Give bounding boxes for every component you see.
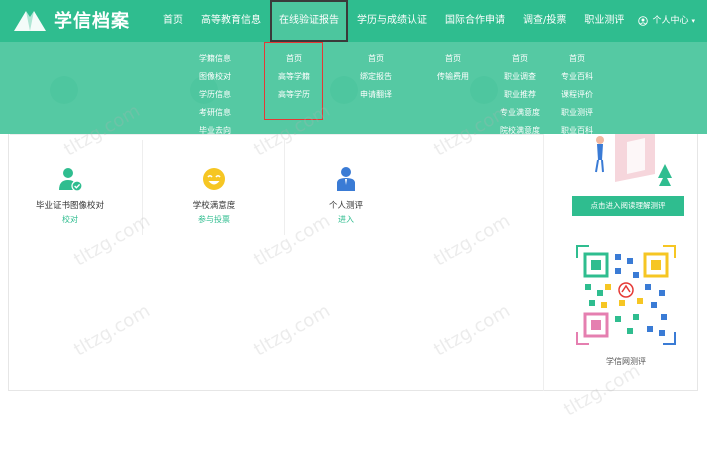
user-menu-label: 个人中心 xyxy=(652,16,689,26)
tile-divider xyxy=(284,140,285,235)
menu-item-career-home[interactable]: 首页 xyxy=(561,50,593,68)
menu-item-image-check[interactable]: 图像校对 xyxy=(199,68,231,86)
menu-item-enrollment-info[interactable]: 学籍信息 xyxy=(199,50,231,68)
nav-career-test[interactable]: 职业测评 xyxy=(575,0,633,42)
person-icon xyxy=(337,167,355,191)
nav-survey[interactable]: 调查/投票 xyxy=(514,0,575,42)
user-icon xyxy=(638,16,649,26)
dropdown-col-survey: 首页 职业调查 职业推荐 专业满意度 院校满意度 xyxy=(500,50,540,140)
dropdown-col-higher-education: 学籍信息 图像校对 学历信息 考研信息 毕业去向 xyxy=(199,50,231,140)
menu-item-course-review[interactable]: 课程评价 xyxy=(561,86,593,104)
menu-item-major-wiki[interactable]: 专业百科 xyxy=(561,68,593,86)
right-panel: 点击进入阅读理解测评 学信网测评 xyxy=(555,134,697,386)
menu-item-intl-home[interactable]: 首页 xyxy=(437,50,469,68)
dropdown-col-career-test: 首页 专业百科 课程评价 职业测评 职业百科 xyxy=(561,50,593,140)
start-assessment-button[interactable]: 点击进入阅读理解测评 xyxy=(572,196,684,216)
tile-certificate-check[interactable]: 毕业证书图像校对 校对 xyxy=(10,165,130,225)
tile-title: 个人测评 xyxy=(328,201,363,211)
nav-international[interactable]: 国际合作申请 xyxy=(436,0,514,42)
book-logo-icon xyxy=(14,11,46,31)
promo-illustration-icon xyxy=(595,134,672,186)
smiley-icon xyxy=(203,168,225,190)
tile-title: 毕业证书图像校对 xyxy=(35,201,104,211)
top-header: 学信档案 首页 高等教育信息 在线验证报告 学历与成绩认证 国际合作申请 调查/… xyxy=(0,0,707,42)
site-logo[interactable]: 学信档案 xyxy=(12,7,130,33)
menu-item-degree-info[interactable]: 学历信息 xyxy=(199,86,231,104)
tile-school-satisfaction[interactable]: 学校满意度 参与投票 xyxy=(154,165,274,225)
qr-code-icon xyxy=(575,244,677,346)
chevron-down-icon: ▾ xyxy=(691,17,695,25)
menu-item-career-recommend[interactable]: 职业推荐 xyxy=(500,86,540,104)
menu-item-survey-home[interactable]: 首页 xyxy=(500,50,540,68)
nav-higher-education[interactable]: 高等教育信息 xyxy=(192,0,270,42)
menu-item-career-survey[interactable]: 职业调查 xyxy=(500,68,540,86)
dropdown-col-certification: 首页 绑定报告 申请翻译 xyxy=(360,50,392,104)
tile-link[interactable]: 参与投票 xyxy=(154,214,274,225)
nav-degree-certification[interactable]: 学历与成绩认证 xyxy=(348,0,436,42)
tile-personal-assessment[interactable]: 个人测评 进入 xyxy=(286,165,406,225)
dropdown-col-international: 首页 传输费用 xyxy=(437,50,469,86)
nav-home[interactable]: 首页 xyxy=(154,0,192,42)
menu-item-bind-report[interactable]: 绑定报告 xyxy=(360,68,392,86)
menu-item-postgraduate-info[interactable]: 考研信息 xyxy=(199,104,231,122)
nav-online-verification[interactable]: 在线验证报告 xyxy=(270,0,348,42)
menu-item-cert-home[interactable]: 首页 xyxy=(360,50,392,68)
menu-item-apply-translation[interactable]: 申请翻译 xyxy=(360,86,392,104)
user-center-menu[interactable]: 个人中心 ▾ xyxy=(638,0,695,42)
main-nav: 首页 高等教育信息 在线验证报告 学历与成绩认证 国际合作申请 调查/投票 职业… xyxy=(154,0,633,42)
menu-item-career-assessment[interactable]: 职业测评 xyxy=(561,104,593,122)
user-check-icon xyxy=(59,168,83,192)
tile-title: 学校满意度 xyxy=(192,201,236,211)
tile-link[interactable]: 校对 xyxy=(10,214,130,225)
brand-name: 学信档案 xyxy=(54,11,130,32)
menu-item-transfer-fee[interactable]: 传输费用 xyxy=(437,68,469,86)
column-divider xyxy=(543,134,544,391)
